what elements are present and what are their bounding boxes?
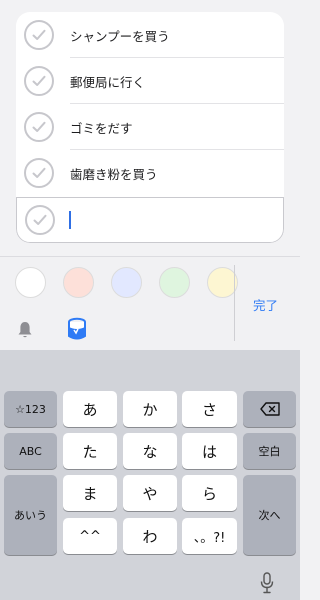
key-space[interactable]: 空白 bbox=[243, 433, 296, 469]
list-item-label: ゴミをだす bbox=[70, 120, 133, 136]
checkmark-circle-icon[interactable] bbox=[24, 66, 54, 96]
list-item-label: 郵便局に行く bbox=[70, 74, 146, 90]
list-item[interactable]: シャンプーを買う bbox=[16, 12, 284, 58]
list-item[interactable]: 郵便局に行く bbox=[16, 58, 284, 104]
key-ha[interactable]: は bbox=[182, 433, 237, 469]
color-swatch-green[interactable] bbox=[159, 267, 190, 298]
key-sa[interactable]: さ bbox=[182, 391, 237, 427]
paint-bucket-icon[interactable] bbox=[66, 317, 88, 341]
key-ra[interactable]: ら bbox=[182, 475, 237, 511]
list-item[interactable]: ゴミをだす bbox=[16, 104, 284, 150]
delete-icon bbox=[259, 402, 280, 416]
done-button[interactable]: 完了 bbox=[253, 295, 278, 314]
list-item-label: シャンプーを買う bbox=[70, 28, 170, 44]
key-num-toggle[interactable]: ☆123 bbox=[4, 391, 57, 427]
text-cursor bbox=[69, 211, 71, 229]
list-item-label: 歯磨き粉を買う bbox=[70, 166, 158, 182]
reminder-list-card: シャンプーを買う 郵便局に行く ゴミをだす 歯磨き粉を買う bbox=[16, 12, 284, 243]
key-wa[interactable]: わ bbox=[123, 518, 177, 554]
key-na[interactable]: な bbox=[123, 433, 177, 469]
key-ya[interactable]: や bbox=[123, 475, 177, 511]
mic-icon[interactable] bbox=[259, 572, 275, 594]
list-item[interactable]: 歯磨き粉を買う bbox=[16, 150, 284, 196]
key-ta[interactable]: た bbox=[63, 433, 117, 469]
key-abc[interactable]: ABC bbox=[4, 433, 57, 469]
key-dakuten[interactable]: ^^ bbox=[63, 518, 117, 554]
checkmark-circle-icon[interactable] bbox=[24, 112, 54, 142]
checkmark-circle-icon[interactable] bbox=[24, 20, 54, 50]
key-ka[interactable]: か bbox=[123, 391, 177, 427]
toolbar-divider bbox=[234, 265, 235, 341]
color-swatch-blue[interactable] bbox=[111, 267, 142, 298]
bell-icon[interactable] bbox=[17, 321, 33, 339]
reminders-area: シャンプーを買う 郵便局に行く ゴミをだす 歯磨き粉を買う bbox=[0, 0, 300, 256]
key-next[interactable]: 次へ bbox=[243, 475, 296, 555]
input-accessory-toolbar: 完了 bbox=[0, 256, 300, 350]
key-kana-toggle[interactable]: あいう bbox=[4, 475, 57, 555]
key-ma[interactable]: ま bbox=[63, 475, 117, 511]
color-swatch-pink[interactable] bbox=[63, 267, 94, 298]
checkmark-circle-icon[interactable] bbox=[24, 158, 54, 188]
key-punctuation[interactable]: 、。?! bbox=[182, 518, 237, 554]
key-a[interactable]: あ bbox=[63, 391, 117, 427]
new-item-row[interactable] bbox=[16, 197, 284, 243]
delete-key[interactable] bbox=[243, 391, 296, 427]
checkmark-circle-icon[interactable] bbox=[25, 205, 55, 235]
color-swatch-white[interactable] bbox=[15, 267, 46, 298]
